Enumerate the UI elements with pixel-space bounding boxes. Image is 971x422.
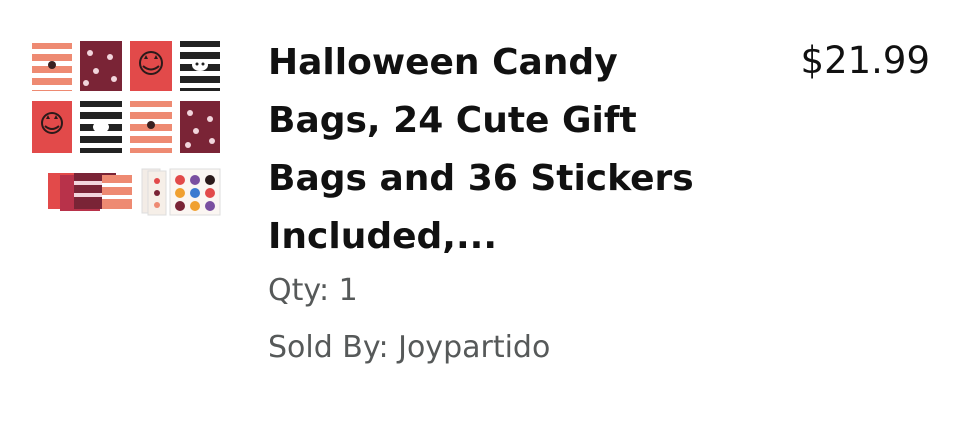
product-image[interactable] xyxy=(30,35,222,220)
flat-bags-stack xyxy=(48,173,132,211)
bag-pumpkin-red xyxy=(130,41,172,91)
product-price: $21.99 xyxy=(800,39,930,82)
bag-skull-maroon-2 xyxy=(180,101,220,153)
quantity-label: Qty: 1 xyxy=(268,273,358,308)
bag-striped-black-2 xyxy=(80,101,122,153)
bag-striped-orange xyxy=(32,43,72,91)
bag-skull-maroon xyxy=(80,41,122,91)
product-title[interactable]: Halloween Candy Bags, 24 Cute Gift Bags … xyxy=(268,34,738,266)
bag-striped-black xyxy=(180,41,220,91)
bag-striped-orange-2 xyxy=(130,101,172,153)
sold-by-label: Sold By: Joypartido xyxy=(268,330,551,365)
bag-pumpkin-red-2 xyxy=(32,101,72,153)
sticker-sheets xyxy=(141,168,221,216)
